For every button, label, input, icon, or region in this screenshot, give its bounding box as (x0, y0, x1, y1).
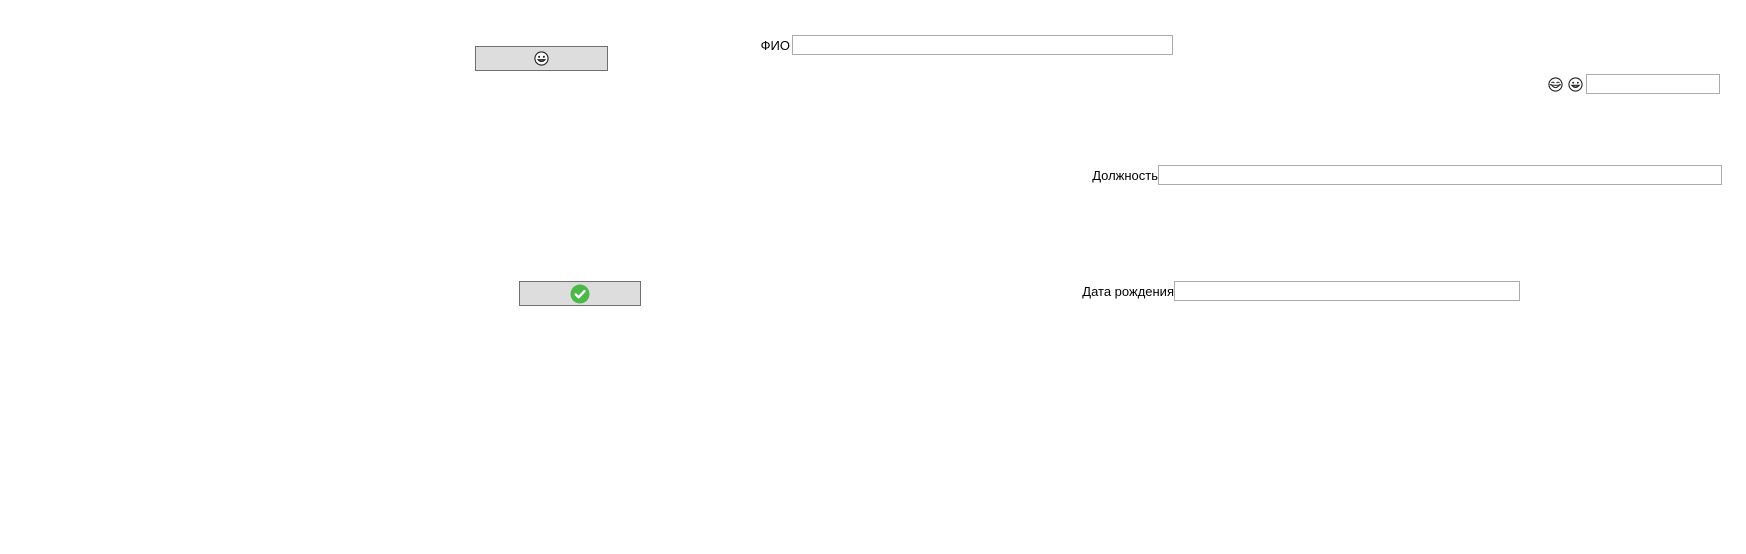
small-input-field[interactable] (1586, 74, 1720, 94)
smiley-face-icon (534, 51, 549, 66)
laughing-face-icon (1548, 77, 1563, 92)
fio-field[interactable] (792, 35, 1173, 55)
fio-label: ФИО (760, 38, 790, 53)
birth-date-label: Дата рождения (1082, 284, 1174, 299)
grinning-face-icon (1568, 77, 1583, 92)
emoji-button[interactable] (475, 46, 608, 71)
position-label: Должность (1092, 168, 1158, 183)
confirm-button[interactable] (519, 281, 641, 306)
checkmark-icon (570, 284, 590, 304)
position-field[interactable] (1158, 165, 1722, 185)
birth-date-field[interactable] (1174, 281, 1520, 301)
